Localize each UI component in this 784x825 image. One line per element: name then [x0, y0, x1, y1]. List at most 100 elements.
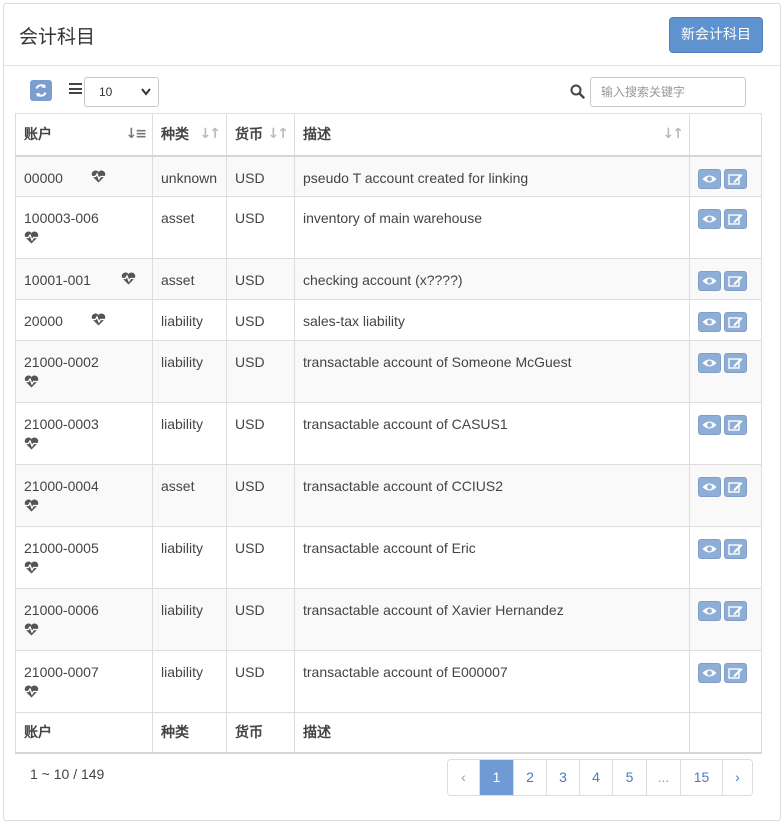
cell-account: 10001-001 [15, 258, 153, 300]
cell-kind: asset [152, 464, 227, 527]
pagination-page[interactable]: 3 [546, 760, 579, 795]
eye-icon [699, 210, 720, 228]
eye-icon [699, 354, 720, 372]
search-icon [570, 84, 585, 99]
column-header-currency[interactable]: 货币 ↓↑ [226, 113, 295, 157]
table-row: 21000-0005 liability USD transactable accou… [15, 526, 762, 589]
edit-icon [725, 210, 746, 228]
footer-currency: 货币 [226, 712, 295, 754]
cell-account: 21000-0003 [15, 402, 153, 465]
cell-currency: USD [226, 155, 295, 197]
pagination-page[interactable]: 15 [680, 760, 722, 795]
heartbeat-icon [121, 272, 136, 285]
table-row: 21000-0006 liability USD transactable accou… [15, 588, 762, 651]
cell-account: 21000-0007 [15, 650, 153, 713]
cell-actions [689, 155, 762, 197]
column-header-account[interactable]: 账户 ↓≡ [15, 113, 153, 157]
edit-icon [725, 664, 746, 682]
chevron-down-icon [141, 78, 151, 106]
cell-description: sales-tax liability [294, 299, 690, 341]
footer-actions [689, 712, 762, 754]
view-button[interactable] [698, 539, 721, 559]
view-button[interactable] [698, 168, 721, 189]
view-button[interactable] [698, 353, 721, 373]
columns-menu-icon[interactable] [69, 83, 82, 94]
table-row: 00000 unknown USD pseudo T account created … [15, 155, 762, 197]
column-header-description[interactable]: 描述 ↓↑ [294, 113, 690, 157]
pagination-range: 1 ~ 10 / 149 [30, 766, 105, 782]
search-input[interactable]: 输入搜索关键字 [590, 77, 746, 107]
pagination-page[interactable]: 1 [479, 760, 513, 795]
account-code: 20000 [24, 313, 63, 329]
eye-icon [699, 602, 720, 620]
edit-button[interactable] [724, 477, 747, 497]
cell-description: transactable account of Eric [294, 526, 690, 589]
column-header-kind[interactable]: 种类 ↓↑ [152, 113, 227, 157]
eye-icon [699, 272, 720, 290]
edit-icon [725, 540, 746, 558]
view-button[interactable] [698, 271, 721, 291]
pagination-page[interactable]: 2 [513, 760, 546, 795]
sort-asc-icon: ↓≡ [125, 126, 148, 142]
cell-account: 21000-0002 [15, 340, 153, 403]
view-button[interactable] [698, 209, 721, 229]
refresh-button[interactable] [30, 80, 52, 101]
eye-icon [699, 540, 720, 558]
view-button[interactable] [698, 312, 721, 332]
sort-icon: ↓↑ [267, 126, 290, 142]
account-code: 21000-0002 [24, 354, 99, 370]
view-button[interactable] [698, 663, 721, 683]
table-row: 21000-0004 asset USD transactable account o… [15, 464, 762, 527]
edit-button[interactable] [724, 168, 747, 189]
cell-description: pseudo T account created for linking [294, 155, 690, 197]
view-button[interactable] [698, 601, 721, 621]
edit-icon [725, 602, 746, 620]
table-row: 100003-006 asset USD inventory of main ware… [15, 196, 762, 259]
cell-actions [689, 526, 762, 589]
account-code: 10001-001 [24, 272, 91, 288]
cell-actions [689, 402, 762, 465]
page-size-select[interactable]: 10 [84, 77, 159, 107]
cell-currency: USD [226, 340, 295, 403]
cell-description: transactable account of Someone McGuest [294, 340, 690, 403]
cell-currency: USD [226, 196, 295, 259]
new-account-button[interactable]: 新会计科目 [669, 17, 763, 53]
view-button[interactable] [698, 415, 721, 435]
pagination-page[interactable]: 4 [579, 760, 612, 795]
edit-button[interactable] [724, 209, 747, 229]
edit-button[interactable] [724, 415, 747, 435]
pagination-next[interactable]: › [722, 760, 752, 795]
account-code: 21000-0003 [24, 416, 99, 432]
pagination-page[interactable]: 5 [612, 760, 646, 795]
edit-button[interactable] [724, 312, 747, 332]
heartbeat-icon [91, 313, 106, 326]
account-code: 100003-006 [24, 210, 99, 226]
cell-kind: asset [152, 258, 227, 300]
heartbeat-icon [24, 231, 39, 244]
cell-kind: liability [152, 650, 227, 713]
heartbeat-icon [24, 623, 39, 636]
cell-actions [689, 258, 762, 300]
edit-button[interactable] [724, 271, 747, 291]
edit-button[interactable] [724, 539, 747, 559]
eye-icon [699, 170, 720, 188]
edit-button[interactable] [724, 353, 747, 373]
footer-kind: 种类 [152, 712, 227, 754]
footer-description: 描述 [294, 712, 690, 754]
edit-icon [725, 354, 746, 372]
cell-description: transactable account of CASUS1 [294, 402, 690, 465]
panel-header: 会计科目 新会计科目 [4, 4, 780, 66]
pagination-prev[interactable]: ‹ [448, 760, 479, 795]
edit-button[interactable] [724, 663, 747, 683]
view-button[interactable] [698, 477, 721, 497]
cell-currency: USD [226, 588, 295, 651]
cell-account: 20000 [15, 299, 153, 341]
account-code: 00000 [24, 169, 63, 186]
refresh-icon [35, 84, 47, 97]
cell-account: 21000-0005 [15, 526, 153, 589]
cell-actions [689, 588, 762, 651]
sort-icon: ↓↑ [662, 126, 685, 142]
edit-button[interactable] [724, 601, 747, 621]
cell-description: transactable account of Xavier Hernandez [294, 588, 690, 651]
table-row: 20000 liability USD sales-tax liability [15, 299, 762, 341]
